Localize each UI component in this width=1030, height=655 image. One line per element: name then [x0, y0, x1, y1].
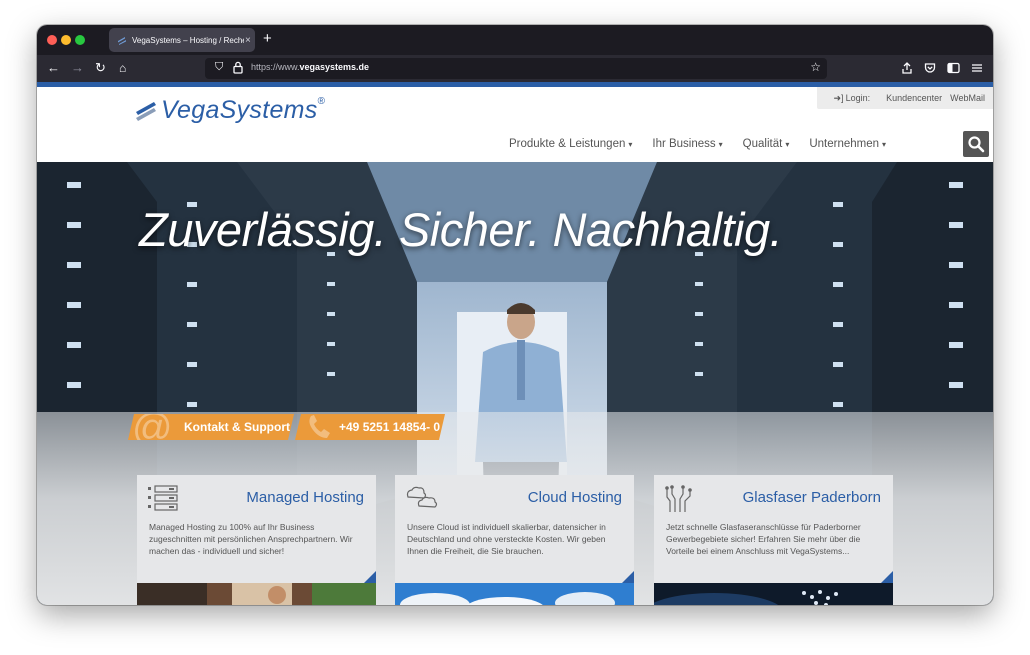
chevron-down-icon: ▾ [882, 140, 887, 149]
fiber-icon [665, 485, 692, 512]
lock-icon[interactable] [233, 61, 243, 74]
card-image-sky [395, 583, 634, 605]
close-window-button[interactable] [47, 35, 57, 45]
logo-text: VegaSystems [161, 96, 318, 124]
phone-number-label: +49 5251 14854- 0 [339, 420, 441, 434]
new-tab-button[interactable]: + [263, 30, 272, 47]
address-bar[interactable]: ⛉ https://www.vegasystems.de ☆ [205, 58, 827, 79]
nav-label: Ihr Business [652, 138, 716, 150]
chevron-down-icon: ▾ [718, 140, 723, 149]
logo-mark-icon [136, 101, 156, 121]
bookmark-star-icon[interactable]: ☆ [810, 60, 821, 74]
url-domain: vegasystems.de [299, 62, 370, 72]
home-icon[interactable]: ⌂ [119, 60, 126, 76]
card-corner-accent [881, 571, 893, 583]
navigation-toolbar: ← → ↻ ⌂ ⛉ https://www.vegasystems.de ☆ [37, 55, 993, 82]
reload-icon[interactable]: ↻ [95, 60, 106, 76]
back-arrow-icon[interactable]: ← [47, 60, 60, 76]
webmail-link[interactable]: WebMail [950, 93, 985, 103]
tab-bar: VegaSystems – Hosting / Rechenzentrum × … [37, 25, 993, 55]
maximize-window-button[interactable] [75, 35, 85, 45]
tracking-protection-icon[interactable]: ⛉ [215, 61, 223, 74]
url-prefix: https://www. [251, 62, 300, 72]
hero-section: Zuverlässig. Sicher. Nachhaltig. @ Konta… [37, 162, 993, 605]
browser-window: VegaSystems – Hosting / Rechenzentrum × … [37, 25, 993, 605]
tab-title: VegaSystems – Hosting / Rechenzentrum [132, 35, 244, 45]
card-image-office [137, 583, 376, 605]
card-text: Managed Hosting zu 100% auf Ihr Business… [149, 522, 353, 556]
search-button[interactable] [963, 131, 989, 157]
nav-item-unternehmen[interactable]: Unternehmen ▾ [809, 138, 886, 150]
card-text: Unsere Cloud ist individuell skalierbar,… [407, 522, 606, 556]
kundencenter-link[interactable]: Kundencenter [886, 93, 942, 103]
card-cloud-hosting[interactable]: Cloud Hosting Unsere Cloud ist individue… [395, 475, 634, 605]
search-icon [968, 136, 985, 153]
card-title[interactable]: Cloud Hosting [528, 489, 622, 506]
clouds-icon [406, 486, 438, 508]
nav-label: Unternehmen [809, 138, 880, 150]
card-glasfaser[interactable]: Glasfaser Paderborn Jetzt schnelle Glasf… [654, 475, 893, 605]
hero-headline: Zuverlässig. Sicher. Nachhaltig. [139, 203, 783, 256]
favicon-icon [118, 37, 126, 45]
nav-item-business[interactable]: Ihr Business ▾ [652, 138, 722, 150]
nav-item-produkte[interactable]: Produkte & Leistungen ▾ [509, 138, 632, 150]
logo-registered-mark: ® [317, 96, 326, 107]
card-managed-hosting[interactable]: Managed Hosting Managed Hosting zu 100% … [137, 475, 376, 605]
pocket-icon[interactable] [924, 62, 936, 74]
nav-item-qualitaet[interactable]: Qualität ▾ [743, 138, 790, 150]
phone-button[interactable]: +49 5251 14854- 0 [295, 414, 445, 440]
nav-label: Qualität [742, 138, 783, 150]
contact-support-button[interactable]: @ Kontakt & Support [128, 414, 294, 440]
login-link[interactable]: ➜] Login: [834, 93, 879, 104]
menu-icon[interactable] [971, 62, 983, 74]
server-stack-icon [148, 485, 178, 511]
login-bar: ➜] Login: Kundencenter WebMail [817, 87, 993, 109]
card-corner-accent [622, 571, 634, 583]
site-logo[interactable]: VegaSystems® [135, 96, 325, 125]
contact-support-label: Kontakt & Support [184, 420, 290, 434]
tab-close-icon[interactable]: × [245, 35, 251, 46]
url-text[interactable]: https://www.vegasystems.de [251, 62, 369, 72]
card-text: Jetzt schnelle Glasfaseranschlüsse für P… [666, 522, 861, 556]
card-corner-accent [364, 571, 376, 583]
chevron-down-icon: ▾ [628, 140, 633, 149]
sidebar-icon[interactable] [947, 62, 960, 74]
login-icon: ➜] [833, 92, 844, 103]
main-navigation: Produkte & Leistungen ▾ Ihr Business ▾ Qua… [509, 138, 906, 150]
card-title[interactable]: Glasfaser Paderborn [743, 489, 881, 506]
share-icon[interactable] [901, 62, 913, 74]
card-image-fiber [654, 583, 893, 605]
minimize-window-button[interactable] [61, 35, 71, 45]
forward-arrow-icon[interactable]: → [71, 60, 84, 76]
nav-label: Produkte & Leistungen [509, 138, 626, 150]
card-title[interactable]: Managed Hosting [246, 489, 364, 506]
chevron-down-icon: ▾ [785, 140, 790, 149]
web-page: ➜] Login: Kundencenter WebMail VegaSystem… [37, 82, 993, 605]
login-label: Login: [845, 92, 871, 103]
phone-icon [305, 412, 333, 442]
browser-tab[interactable]: VegaSystems – Hosting / Rechenzentrum × [109, 28, 255, 52]
